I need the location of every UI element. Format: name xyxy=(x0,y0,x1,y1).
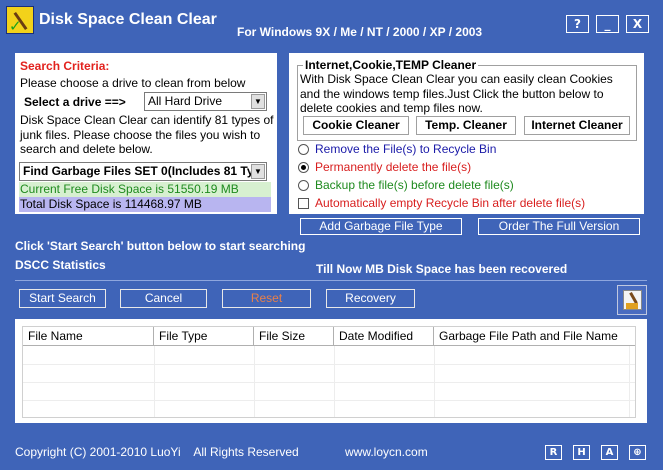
table-row-divider xyxy=(23,382,635,383)
order-full-version-button[interactable]: Order The Full Version xyxy=(478,218,640,235)
cleaner-options-panel: Internet,Cookie,TEMP Cleaner With Disk S… xyxy=(289,53,644,214)
backup-radio[interactable] xyxy=(298,180,309,191)
empty-recycle-bin-label[interactable]: Automatically empty Recycle Bin after de… xyxy=(315,196,585,210)
total-disk-space-readout: Total Disk Space is 114468.97 MB xyxy=(19,197,271,212)
garbage-set-value: Find Garbage Files SET 0(Includes 81 Typ xyxy=(23,164,261,178)
recovery-button[interactable]: Recovery xyxy=(326,289,415,308)
search-criteria-panel: Search Criteria: Please choose a drive t… xyxy=(15,53,277,214)
table-column-divider xyxy=(254,346,255,417)
close-button[interactable]: X xyxy=(626,15,649,33)
file-list[interactable]: File Name File Type File Size Date Modif… xyxy=(22,326,636,418)
website-link[interactable]: www.loycn.com xyxy=(345,445,428,459)
minimize-button[interactable]: _ xyxy=(596,15,619,33)
reset-button[interactable]: Reset xyxy=(222,289,311,308)
chevron-down-icon[interactable]: ▼ xyxy=(251,164,265,179)
column-header-file-name[interactable]: File Name xyxy=(23,327,154,346)
table-column-divider xyxy=(154,346,155,417)
copyright-text: Copyright (C) 2001-2010 LuoYi All Rights… xyxy=(15,445,299,459)
table-row-divider xyxy=(23,400,635,401)
broom-head xyxy=(626,303,638,309)
help-button[interactable]: ? xyxy=(566,15,589,33)
table-column-divider xyxy=(334,346,335,417)
cookie-cleaner-button[interactable]: Cookie Cleaner xyxy=(303,116,409,135)
about-button[interactable]: A xyxy=(601,445,618,460)
choose-drive-text: Please choose a drive to clean from belo… xyxy=(20,76,246,90)
backup-label[interactable]: Backup the file(s) before delete file(s) xyxy=(315,178,514,192)
drive-select[interactable]: All Hard Drive ▼ xyxy=(144,92,267,111)
add-garbage-file-type-button[interactable]: Add Garbage File Type xyxy=(300,218,462,235)
internet-cleaner-description: With Disk Space Clean Clear you can easi… xyxy=(300,72,613,115)
checkmark-icon: ✓ xyxy=(9,18,22,35)
recycle-bin-radio[interactable] xyxy=(298,144,309,155)
os-compatibility-label: For Windows 9X / Me / NT / 2000 / XP / 2… xyxy=(237,25,483,39)
permanent-delete-label[interactable]: Permanently delete the file(s) xyxy=(315,160,471,174)
recovered-space-text: Till Now MB Disk Space has been recovere… xyxy=(316,262,568,276)
column-header-file-path[interactable]: Garbage File Path and File Name xyxy=(434,327,635,346)
cancel-button[interactable]: Cancel xyxy=(120,289,207,308)
app-logo-icon: ✓ xyxy=(6,6,34,34)
broom-icon xyxy=(623,290,642,310)
statistics-label: DSCC Statistics xyxy=(15,258,106,272)
garbage-set-select[interactable]: Find Garbage Files SET 0(Includes 81 Typ… xyxy=(19,162,267,181)
start-search-button[interactable]: Start Search xyxy=(19,289,106,308)
internet-cleaner-button[interactable]: Internet Cleaner xyxy=(524,116,630,135)
select-drive-label: Select a drive ==> xyxy=(24,95,126,109)
empty-recycle-bin-checkbox[interactable] xyxy=(298,198,309,209)
permanent-delete-radio[interactable] xyxy=(298,162,309,173)
search-criteria-title: Search Criteria: xyxy=(20,59,110,73)
garbage-file-table: File Name File Type File Size Date Modif… xyxy=(15,319,647,423)
clean-broom-button[interactable] xyxy=(617,285,647,315)
chevron-down-icon[interactable]: ▼ xyxy=(251,94,265,109)
table-column-divider xyxy=(434,346,435,417)
section-divider xyxy=(15,280,647,281)
table-row-divider xyxy=(23,364,635,365)
internet-cleaner-group-title: Internet,Cookie,TEMP Cleaner xyxy=(303,58,479,72)
web-globe-icon[interactable]: ⊕ xyxy=(629,445,646,460)
help-footer-button[interactable]: H xyxy=(573,445,590,460)
recycle-bin-label[interactable]: Remove the File(s) to Recycle Bin xyxy=(315,142,496,156)
table-column-divider xyxy=(629,346,630,417)
app-title: Disk Space Clean Clear xyxy=(39,11,217,28)
column-header-file-type[interactable]: File Type xyxy=(154,327,254,346)
start-search-hint: Click 'Start Search' button below to sta… xyxy=(15,239,306,253)
free-disk-space-readout: Current Free Disk Space is 51550.19 MB xyxy=(19,182,271,197)
temp-cleaner-button[interactable]: Temp. Cleaner xyxy=(416,116,516,135)
register-button[interactable]: R xyxy=(545,445,562,460)
column-header-file-size[interactable]: File Size xyxy=(254,327,334,346)
column-header-date-modified[interactable]: Date Modified xyxy=(334,327,434,346)
drive-select-value: All Hard Drive xyxy=(148,94,223,108)
junk-files-description: Disk Space Clean Clear can identify 81 t… xyxy=(20,113,274,156)
